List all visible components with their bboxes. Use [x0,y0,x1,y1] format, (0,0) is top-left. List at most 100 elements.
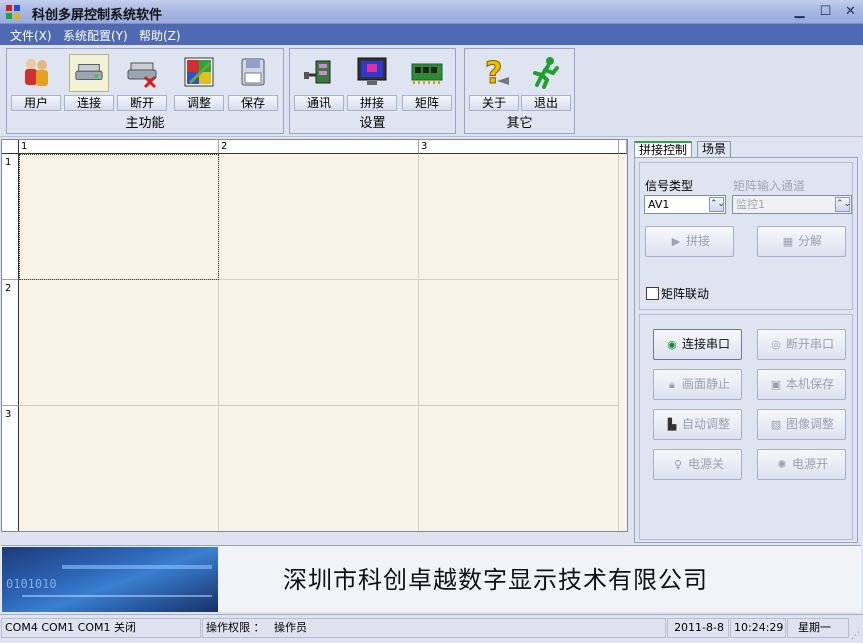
bulb-on-icon: ✺ [777,458,787,471]
users-icon [25,59,48,86]
signal-type-label: 信号类型 [645,179,694,193]
toolbar-button-comm[interactable]: 通讯 [293,51,345,111]
matrix-link-label: 矩阵联动 [661,287,710,301]
matrix-input-select[interactable]: 监控1 ⌃⌄ [732,195,852,214]
grid-cell-3-3[interactable] [419,406,619,531]
toolbar-button-matrix[interactable]: 矩阵 [401,51,453,111]
toolbar-label: 连接 [64,95,114,111]
disconnect-icon [127,62,157,89]
toolbar-label: 调整 [174,95,224,111]
status-weekday: 星期一 [787,618,849,638]
toolbar-button-splice[interactable]: 拼接 [346,51,398,111]
grid-column-header-filler [619,140,627,154]
auto-adjust-button[interactable]: ▙ 自动调整 [653,409,742,440]
toolbar-button-about[interactable]: ? 关于 [468,51,520,111]
serial-port-icon [304,60,331,84]
tab-scene[interactable]: 场景 [697,141,732,157]
toolbar-label: 用户 [11,95,61,111]
exit-runner-icon [533,57,559,89]
tab-splice-control[interactable]: 拼接控制 [634,141,693,157]
grid-cell-1-3[interactable] [419,154,619,280]
toolbar-group-settings: 通讯 拼接 矩阵 设置 [289,48,456,134]
matrix-input-label: 矩阵输入通道 [733,179,806,193]
menu-help[interactable]: 帮助(Z) [139,27,181,44]
control-panel: 拼接控制 场景 信号类型 矩阵输入通道 AV1 ⌃⌄ 监控1 ⌃⌄ ▶ 拼接 ▦ 分… [631,139,861,545]
toolbar-button-connect[interactable]: 连接 [63,51,115,111]
resize-grip-icon[interactable]: ⋰ [851,631,861,641]
device-controls-box: ◉ 连接串口 ◎ 断开串口 🔒︎ 画面静止 ▣ 本机保存 ▙ 自动调整 ▧ 图像调整 [639,314,853,540]
toolbar-button-user[interactable]: 用户 [10,51,62,111]
save-local-icon: ▣ [770,378,782,391]
toolbar-group-main: 用户 连接 断开 调整 保存 主功能 [6,48,284,134]
menu-file[interactable]: 文件(X) [10,27,52,44]
chevron-down-icon[interactable]: ⌃⌄ [709,197,725,212]
split-button-label: 分解 [797,234,822,248]
grid-cell-3-1[interactable] [19,406,219,531]
connect-icon [69,54,109,92]
banner-light-streak [62,565,212,569]
save-icon [241,58,265,86]
help-icon: ? [485,56,509,89]
bulb-off-icon: ♀ [673,458,683,471]
menu-bar: 文件(X) 系统配置(Y) 帮助(Z) [0,24,863,45]
toolbar-button-exit[interactable]: 退出 [520,51,572,111]
power-off-button[interactable]: ♀ 电源关 [653,449,742,480]
signal-type-value: AV1 [648,198,670,211]
image-adjust-icon: ▧ [770,418,782,431]
grid-cell-2-2[interactable] [219,280,419,406]
save-local-button[interactable]: ▣ 本机保存 [757,369,846,400]
grid-icon: ▦ [782,235,794,248]
status-permission: 操作权限 ： 操作员 [202,618,666,638]
svg-text:?: ? [485,56,502,89]
banner-image: 0101010 [2,547,218,612]
image-adjust-button[interactable]: ▧ 图像调整 [757,409,846,440]
window-title: 科创多屏控制系统软件 [32,8,163,23]
splice-button-label: 拼接 [685,234,710,248]
grid-cell-1-2[interactable] [219,154,419,280]
splice-button[interactable]: ▶ 拼接 [645,226,734,257]
grid-cell-3-2[interactable] [219,406,419,531]
grid-column-header: 3 [419,140,619,154]
freeze-frame-label: 画面静止 [681,377,730,391]
power-on-label: 电源开 [791,457,828,471]
status-bar: COM4 COM1 COM1 关闭 操作权限 ： 操作员 2011-8-8 10… [0,614,863,643]
toolbar-label: 关于 [469,95,519,111]
monitor-icon [357,57,387,85]
toolbar-group-label: 设置 [359,116,386,131]
toolbar-group-label: 其它 [506,116,533,131]
toolbar-group-label: 主功能 [125,116,165,131]
split-button[interactable]: ▦ 分解 [757,226,846,257]
serial-connect-icon: ◉ [667,338,677,351]
grid-cell-1-1[interactable] [19,154,219,280]
power-on-button[interactable]: ✺ 电源开 [757,449,846,480]
grid-cell-2-1[interactable] [19,280,219,406]
menu-system-config[interactable]: 系统配置(Y) [63,27,128,44]
toolbar-button-adjust[interactable]: 调整 [173,51,225,111]
grid-row-header: 1 [2,154,19,280]
matrix-link-checkbox[interactable] [646,287,659,300]
maximize-button[interactable]: ☐ [815,3,836,21]
toolbar-label: 退出 [521,95,571,111]
title-bar[interactable]: 科创多屏控制系统软件 ▁ ☐ ✕ [0,0,863,24]
save-local-label: 本机保存 [785,377,834,391]
grid-cell-2-3[interactable] [419,280,619,406]
toolbar-button-disconnect[interactable]: 断开 [116,51,168,111]
status-ports: COM4 COM1 COM1 关闭 [1,618,201,638]
grid-row-header: 3 [2,406,19,531]
minimize-button[interactable]: ▁ [789,3,810,21]
close-button[interactable]: ✕ [840,3,861,21]
permission-label: 操作权限 ： [206,621,265,634]
connect-serial-button[interactable]: ◉ 连接串口 [653,329,742,360]
status-date: 2011-8-8 [667,618,729,638]
permission-value: 操作员 [274,621,307,634]
power-off-label: 电源关 [687,457,724,471]
screen-grid[interactable]: 1 2 3 1 2 3 [1,139,628,532]
freeze-frame-button[interactable]: 🔒︎ 画面静止 [653,369,742,400]
toolbar-button-save[interactable]: 保存 [227,51,279,111]
signal-type-select[interactable]: AV1 ⌃⌄ [644,195,726,214]
disconnect-serial-button[interactable]: ◎ 断开串口 [757,329,846,360]
toolbar-label: 断开 [117,95,167,111]
disconnect-serial-label: 断开串口 [785,337,834,351]
chevron-down-icon[interactable]: ⌃⌄ [835,197,851,212]
auto-adjust-label: 自动调整 [681,417,730,431]
